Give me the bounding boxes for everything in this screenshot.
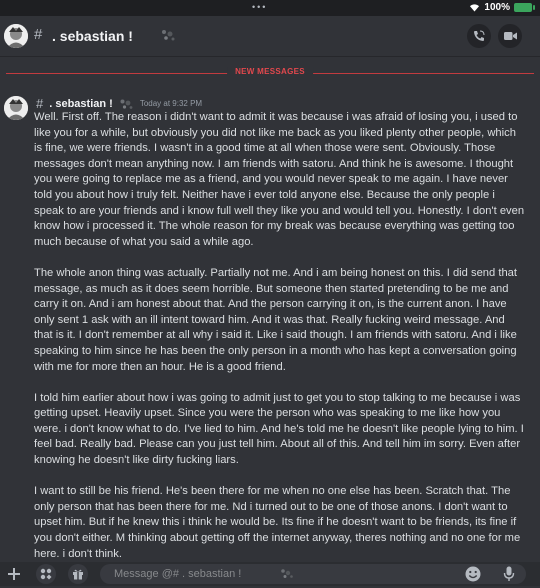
phone-icon xyxy=(474,30,485,41)
battery-percent: 100% xyxy=(484,2,510,13)
video-call-button[interactable] xyxy=(498,24,522,48)
gift-icon xyxy=(73,569,83,580)
message-content: Well. First off. The reason i didn't wan… xyxy=(34,110,526,578)
sparkle-emoji-icon xyxy=(120,99,133,109)
gift-button[interactable] xyxy=(68,564,88,584)
call-button[interactable] xyxy=(467,24,491,48)
message-paragraph: Well. First off. The reason i didn't wan… xyxy=(34,111,525,248)
emoji-icon xyxy=(465,566,481,582)
status-indicators: 100% xyxy=(469,2,535,13)
sparkle-emoji-icon xyxy=(281,569,293,578)
channel-name[interactable]: . sebastian ! xyxy=(52,28,133,44)
apps-button[interactable] xyxy=(36,564,56,584)
message-header: # . sebastian ! Today at 9:32 PM xyxy=(36,96,202,111)
new-messages-label: NEW MESSAGES xyxy=(227,67,313,76)
emoji-button[interactable] xyxy=(464,565,482,583)
multitask-dots-icon[interactable]: ••• xyxy=(252,2,267,12)
hash-icon: # xyxy=(34,26,43,43)
microphone-icon xyxy=(503,566,515,581)
apps-icon xyxy=(40,568,52,580)
author-hash: # xyxy=(36,96,44,111)
author-name[interactable]: . sebastian ! xyxy=(49,98,113,110)
attach-button[interactable] xyxy=(4,564,24,584)
message-timestamp: Today at 9:32 PM xyxy=(139,99,203,108)
message-composer: Message @# . sebastian ! xyxy=(0,562,540,586)
header-avatar[interactable] xyxy=(4,24,28,48)
message-paragraph: I want to still be his friend. He's been… xyxy=(34,485,521,560)
message-avatar[interactable] xyxy=(4,96,28,120)
message-input[interactable]: Message @# . sebastian ! xyxy=(100,564,526,584)
plus-icon xyxy=(8,568,20,580)
voice-message-button[interactable] xyxy=(500,565,518,583)
sparkle-emoji-icon xyxy=(162,30,175,41)
battery-icon xyxy=(514,3,535,12)
channel-header: # . sebastian ! xyxy=(0,16,540,57)
message-paragraph: I told him earlier about how i was going… xyxy=(34,391,524,467)
message-input-placeholder: Message @# . sebastian ! xyxy=(114,568,242,580)
message-paragraph: The whole anon thing was actually. Parti… xyxy=(34,266,518,373)
video-icon xyxy=(503,32,517,40)
wifi-icon xyxy=(470,4,480,12)
status-bar: ••• 100% xyxy=(0,0,540,16)
